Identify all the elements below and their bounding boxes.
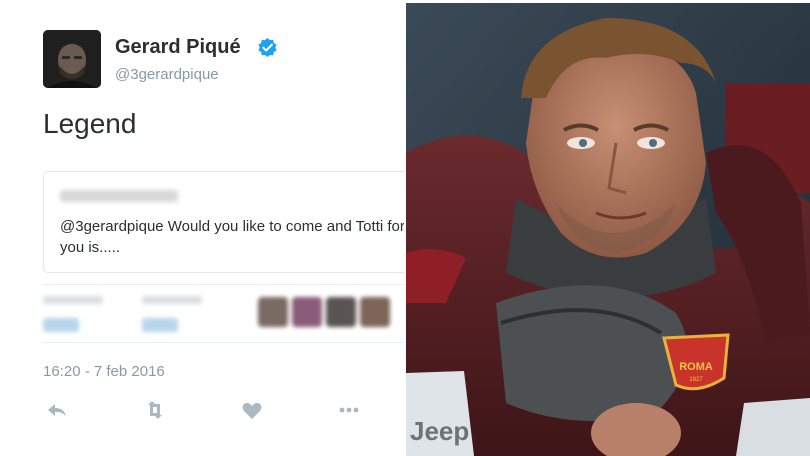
- badge-text: ROMA: [679, 361, 713, 373]
- avatar[interactable]: [43, 30, 101, 88]
- author-name[interactable]: Gerard Piqué: [115, 36, 241, 59]
- divider: [43, 284, 404, 285]
- roma-badge-icon: ROMA 1927: [662, 333, 730, 391]
- more-icon[interactable]: [337, 398, 361, 422]
- likers-avatars-blurred: [258, 297, 394, 332]
- quoted-author-blurred: [60, 190, 178, 202]
- quoted-tweet[interactable]: @3gerardpique Would you like to come and…: [43, 171, 404, 273]
- reply-icon[interactable]: [45, 398, 69, 422]
- player-photo: ROMA 1927 Jeep: [406, 3, 810, 456]
- like-icon[interactable]: [240, 398, 264, 422]
- verified-icon: [258, 38, 277, 57]
- divider: [43, 342, 404, 343]
- retweet-icon[interactable]: [143, 398, 167, 422]
- author-handle[interactable]: @3gerardpique: [115, 66, 219, 83]
- badge-year: 1927: [689, 377, 703, 383]
- quoted-tweet-text: @3gerardpique Would you like to come and…: [60, 218, 404, 256]
- tweet-card: Gerard Piqué @3gerardpique Legend @3gera…: [0, 0, 404, 456]
- tweet-timestamp[interactable]: 16:20 - 7 feb 2016: [43, 363, 165, 380]
- retweet-stat-blurred: [43, 296, 103, 332]
- like-stat-blurred: [142, 296, 202, 332]
- tweet-actions: [43, 398, 373, 422]
- tweet-text: Legend: [43, 108, 137, 139]
- seat-text: Jeep: [410, 416, 469, 446]
